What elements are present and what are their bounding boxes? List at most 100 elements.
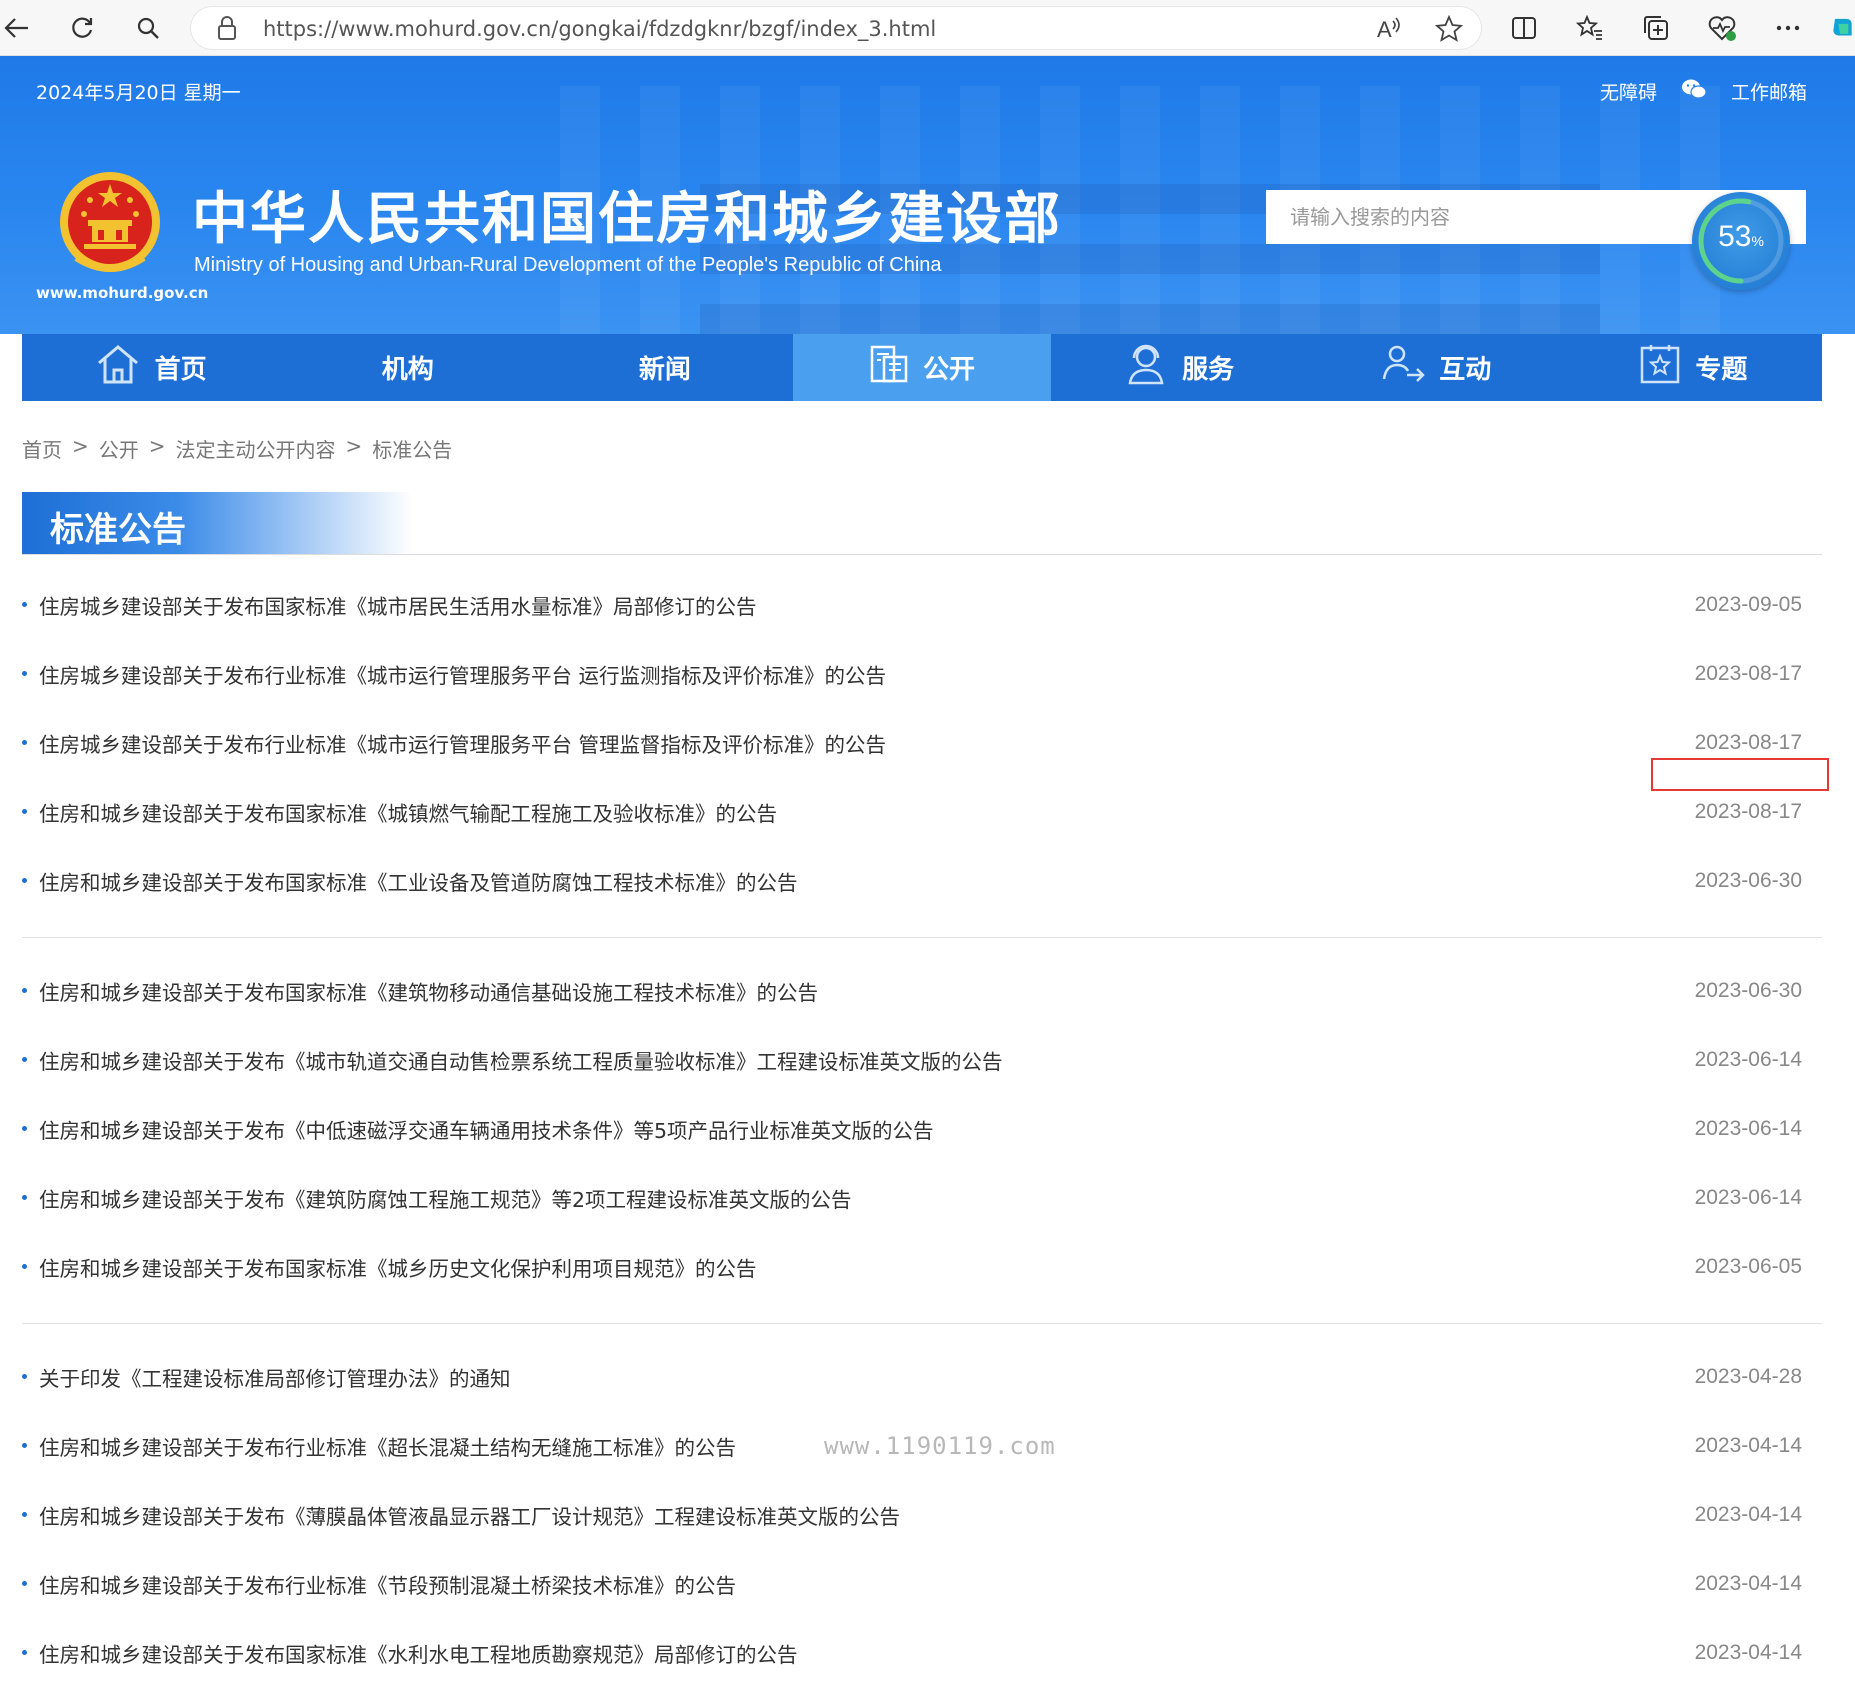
list-item-date: 2023-06-30 (1694, 978, 1802, 1002)
list-item[interactable]: 住房和城乡建设部关于发布国家标准《建筑物移动通信基础设施工程技术标准》的公告 20… (22, 956, 1822, 1025)
breadcrumb-link-0[interactable]: 首页 (22, 434, 62, 463)
list-item-title[interactable]: 住房和城乡建设部关于发布《薄膜晶体管液晶显示器工厂设计规范》工程建设标准英文版的… (39, 1500, 900, 1530)
read-aloud-icon[interactable]: A (1375, 15, 1403, 45)
wechat-icon[interactable] (1681, 78, 1707, 105)
bullet-icon (22, 1057, 27, 1062)
nav-item-6[interactable]: 专题 (1565, 334, 1822, 401)
lock-icon[interactable] (217, 15, 237, 45)
split-screen-icon[interactable] (1508, 12, 1540, 44)
bullet-icon (22, 740, 27, 745)
list-item-date: 2023-04-14 (1694, 1640, 1802, 1664)
nav-label: 专题 (1695, 355, 1748, 385)
list-item-title[interactable]: 住房和城乡建设部关于发布国家标准《工业设备及管道防腐蚀工程技术标准》的公告 (39, 866, 798, 896)
nav-item-4[interactable]: 服务 (1051, 334, 1308, 401)
breadcrumb-separator: > (148, 434, 166, 458)
bullet-icon (22, 1195, 27, 1200)
progress-percent: 53% (1718, 220, 1764, 253)
list-item[interactable]: 住房城乡建设部关于发布行业标准《城市运行管理服务平台 运行监测指标及评价标准》的… (22, 639, 1822, 708)
list-item-title[interactable]: 住房和城乡建设部关于发布国家标准《水利水电工程地质勘察规范》局部修订的公告 (39, 1638, 798, 1668)
bullet-icon (22, 1650, 27, 1655)
breadcrumb-separator: > (72, 434, 89, 458)
search-input[interactable] (1266, 190, 1736, 244)
list-item[interactable]: 关于印发《工程建设标准局部修订管理办法》的通知 2023-04-28 (22, 1342, 1822, 1411)
list-item-title[interactable]: 住房和城乡建设部关于发布国家标准《城镇燃气输配工程施工及验收标准》的公告 (39, 797, 777, 827)
list-item-title[interactable]: 住房和城乡建设部关于发布行业标准《超长混凝土结构无缝施工标准》的公告 (39, 1431, 736, 1461)
browser-health-icon[interactable] (1706, 12, 1738, 44)
list-item[interactable]: 住房和城乡建设部关于发布《薄膜晶体管液晶显示器工厂设计规范》工程建设标准英文版的… (22, 1480, 1822, 1549)
search-icon[interactable] (132, 12, 164, 44)
list-item-title[interactable]: 住房和城乡建设部关于发布《建筑防腐蚀工程施工规范》等2项工程建设标准英文版的公告 (39, 1183, 852, 1213)
breadcrumb-link-2[interactable]: 法定主动公开内容 (176, 434, 336, 463)
home-icon (95, 343, 141, 392)
collections-icon[interactable] (1640, 12, 1672, 44)
current-date: 2024年5月20日 星期一 (36, 82, 241, 104)
list-item[interactable]: 住房和城乡建设部关于发布国家标准《城乡历史文化保护利用项目规范》的公告 2023-… (22, 1232, 1822, 1301)
bullet-icon (22, 1512, 27, 1517)
bullet-icon (22, 988, 27, 993)
list-item[interactable]: 住房和城乡建设部关于发布行业标准《节段预制混凝土桥梁技术标准》的公告 2023-0… (22, 1549, 1822, 1618)
list-item-title[interactable]: 住房城乡建设部关于发布行业标准《城市运行管理服务平台 管理监督指标及评价标准》的… (39, 728, 886, 758)
nav-item-2[interactable]: 新闻 (536, 334, 793, 401)
list-item-date: 2023-06-14 (1694, 1116, 1802, 1140)
bullet-icon (22, 809, 27, 814)
list-item[interactable]: 住房和城乡建设部关于发布国家标准《工业设备及管道防腐蚀工程技术标准》的公告 202… (22, 846, 1822, 915)
nav-label: 首页 (154, 355, 207, 385)
list-item[interactable]: 住房和城乡建设部关于发布国家标准《城镇燃气输配工程施工及验收标准》的公告 2023… (22, 777, 1822, 846)
back-arrow-icon[interactable] (0, 12, 32, 44)
list-item-title[interactable]: 住房和城乡建设部关于发布国家标准《建筑物移动通信基础设施工程技术标准》的公告 (39, 976, 818, 1006)
section-header: 标准公告 (22, 492, 1822, 555)
list-item-date: 2023-08-17 (1694, 730, 1802, 754)
list-item-date: 2023-06-14 (1694, 1047, 1802, 1071)
nav-item-5[interactable]: 互动 (1308, 334, 1565, 401)
address-bar[interactable]: https://www.mohurd.gov.cn/gongkai/fdzdgk… (190, 6, 1482, 50)
list-item-title[interactable]: 住房城乡建设部关于发布行业标准《城市运行管理服务平台 运行监测指标及评价标准》的… (39, 659, 886, 689)
list-item-title[interactable]: 住房和城乡建设部关于发布《城市轨道交通自动售检票系统工程质量验收标准》工程建设标… (39, 1045, 1003, 1075)
list-item[interactable]: 住房和城乡建设部关于发布《城市轨道交通自动售检票系统工程质量验收标准》工程建设标… (22, 1025, 1822, 1094)
breadcrumb: 首页 > 公开 > 法定主动公开内容 > 标准公告 (22, 434, 452, 463)
copilot-icon[interactable] (1830, 12, 1855, 44)
service-icon (1124, 343, 1168, 392)
list-item[interactable]: 住房和城乡建设部关于发布《建筑防腐蚀工程施工规范》等2项工程建设标准英文版的公告… (22, 1163, 1822, 1232)
bullet-icon (22, 602, 27, 607)
nav-label: 新闻 (638, 355, 691, 385)
list-item-title[interactable]: 关于印发《工程建设标准局部修订管理办法》的通知 (39, 1362, 511, 1392)
accessibility-link[interactable]: 无障碍 (1600, 78, 1657, 105)
site-url[interactable]: www.mohurd.gov.cn (36, 284, 208, 302)
topic-icon (1639, 343, 1681, 392)
list-item-date: 2023-04-14 (1694, 1433, 1802, 1457)
nav-item-1[interactable]: 机构 (279, 334, 536, 401)
work-mail-link[interactable]: 工作邮箱 (1731, 78, 1807, 105)
national-emblem-logo[interactable] (58, 170, 162, 280)
bullet-icon (22, 1581, 27, 1586)
top-links: 无障碍 工作邮箱 (1600, 78, 1807, 105)
refresh-icon[interactable] (66, 12, 98, 44)
bullet-icon (22, 1126, 27, 1131)
site-header: 2024年5月20日 星期一 无障碍 工作邮箱 www.mohurd.gov.c… (0, 56, 1855, 334)
breadcrumb-link-1[interactable]: 公开 (99, 434, 139, 463)
site-subtitle: Ministry of Housing and Urban-Rural Deve… (194, 254, 942, 276)
announcement-list: 住房城乡建设部关于发布国家标准《城市居民生活用水量标准》局部修订的公告 2023-… (22, 570, 1822, 1681)
main-nav: 首页 机构 新闻 公开 服务 互动 专题 (22, 334, 1822, 401)
nav-item-3[interactable]: 公开 (793, 334, 1051, 401)
list-item-title[interactable]: 住房和城乡建设部关于发布行业标准《节段预制混凝土桥梁技术标准》的公告 (39, 1569, 736, 1599)
list-item-title[interactable]: 住房和城乡建设部关于发布《中低速磁浮交通车辆通用技术条件》等5项产品行业标准英文… (39, 1114, 934, 1144)
favorites-icon[interactable] (1574, 12, 1606, 44)
list-item-date: 2023-04-14 (1694, 1502, 1802, 1526)
document-icon (869, 343, 909, 392)
list-item[interactable]: 住房和城乡建设部关于发布《中低速磁浮交通车辆通用技术条件》等5项产品行业标准英文… (22, 1094, 1822, 1163)
list-item[interactable]: 住房城乡建设部关于发布行业标准《城市运行管理服务平台 管理监督指标及评价标准》的… (22, 708, 1822, 777)
list-group: 关于印发《工程建设标准局部修订管理办法》的通知 2023-04-28 住房和城乡建设… (22, 1342, 1822, 1681)
list-item[interactable]: 住房城乡建设部关于发布国家标准《城市居民生活用水量标准》局部修订的公告 2023-… (22, 570, 1822, 639)
nav-item-0[interactable]: 首页 (22, 334, 279, 401)
list-item-date: 2023-09-05 (1694, 592, 1802, 616)
breadcrumb-link-3[interactable]: 标准公告 (372, 434, 452, 463)
list-item-title[interactable]: 住房城乡建设部关于发布国家标准《城市居民生活用水量标准》局部修订的公告 (39, 590, 757, 620)
bullet-icon (22, 671, 27, 676)
favorite-star-icon[interactable] (1434, 14, 1464, 47)
bullet-icon (22, 1264, 27, 1269)
list-item-title[interactable]: 住房和城乡建设部关于发布国家标准《城乡历史文化保护利用项目规范》的公告 (39, 1252, 757, 1282)
url-text[interactable]: https://www.mohurd.gov.cn/gongkai/fdzdgk… (263, 17, 936, 41)
more-options-icon[interactable] (1772, 12, 1804, 44)
list-item[interactable]: 住房和城乡建设部关于发布国家标准《水利水电工程地质勘察规范》局部修订的公告 202… (22, 1618, 1822, 1681)
speed-progress-widget[interactable]: 53% (1692, 192, 1790, 290)
